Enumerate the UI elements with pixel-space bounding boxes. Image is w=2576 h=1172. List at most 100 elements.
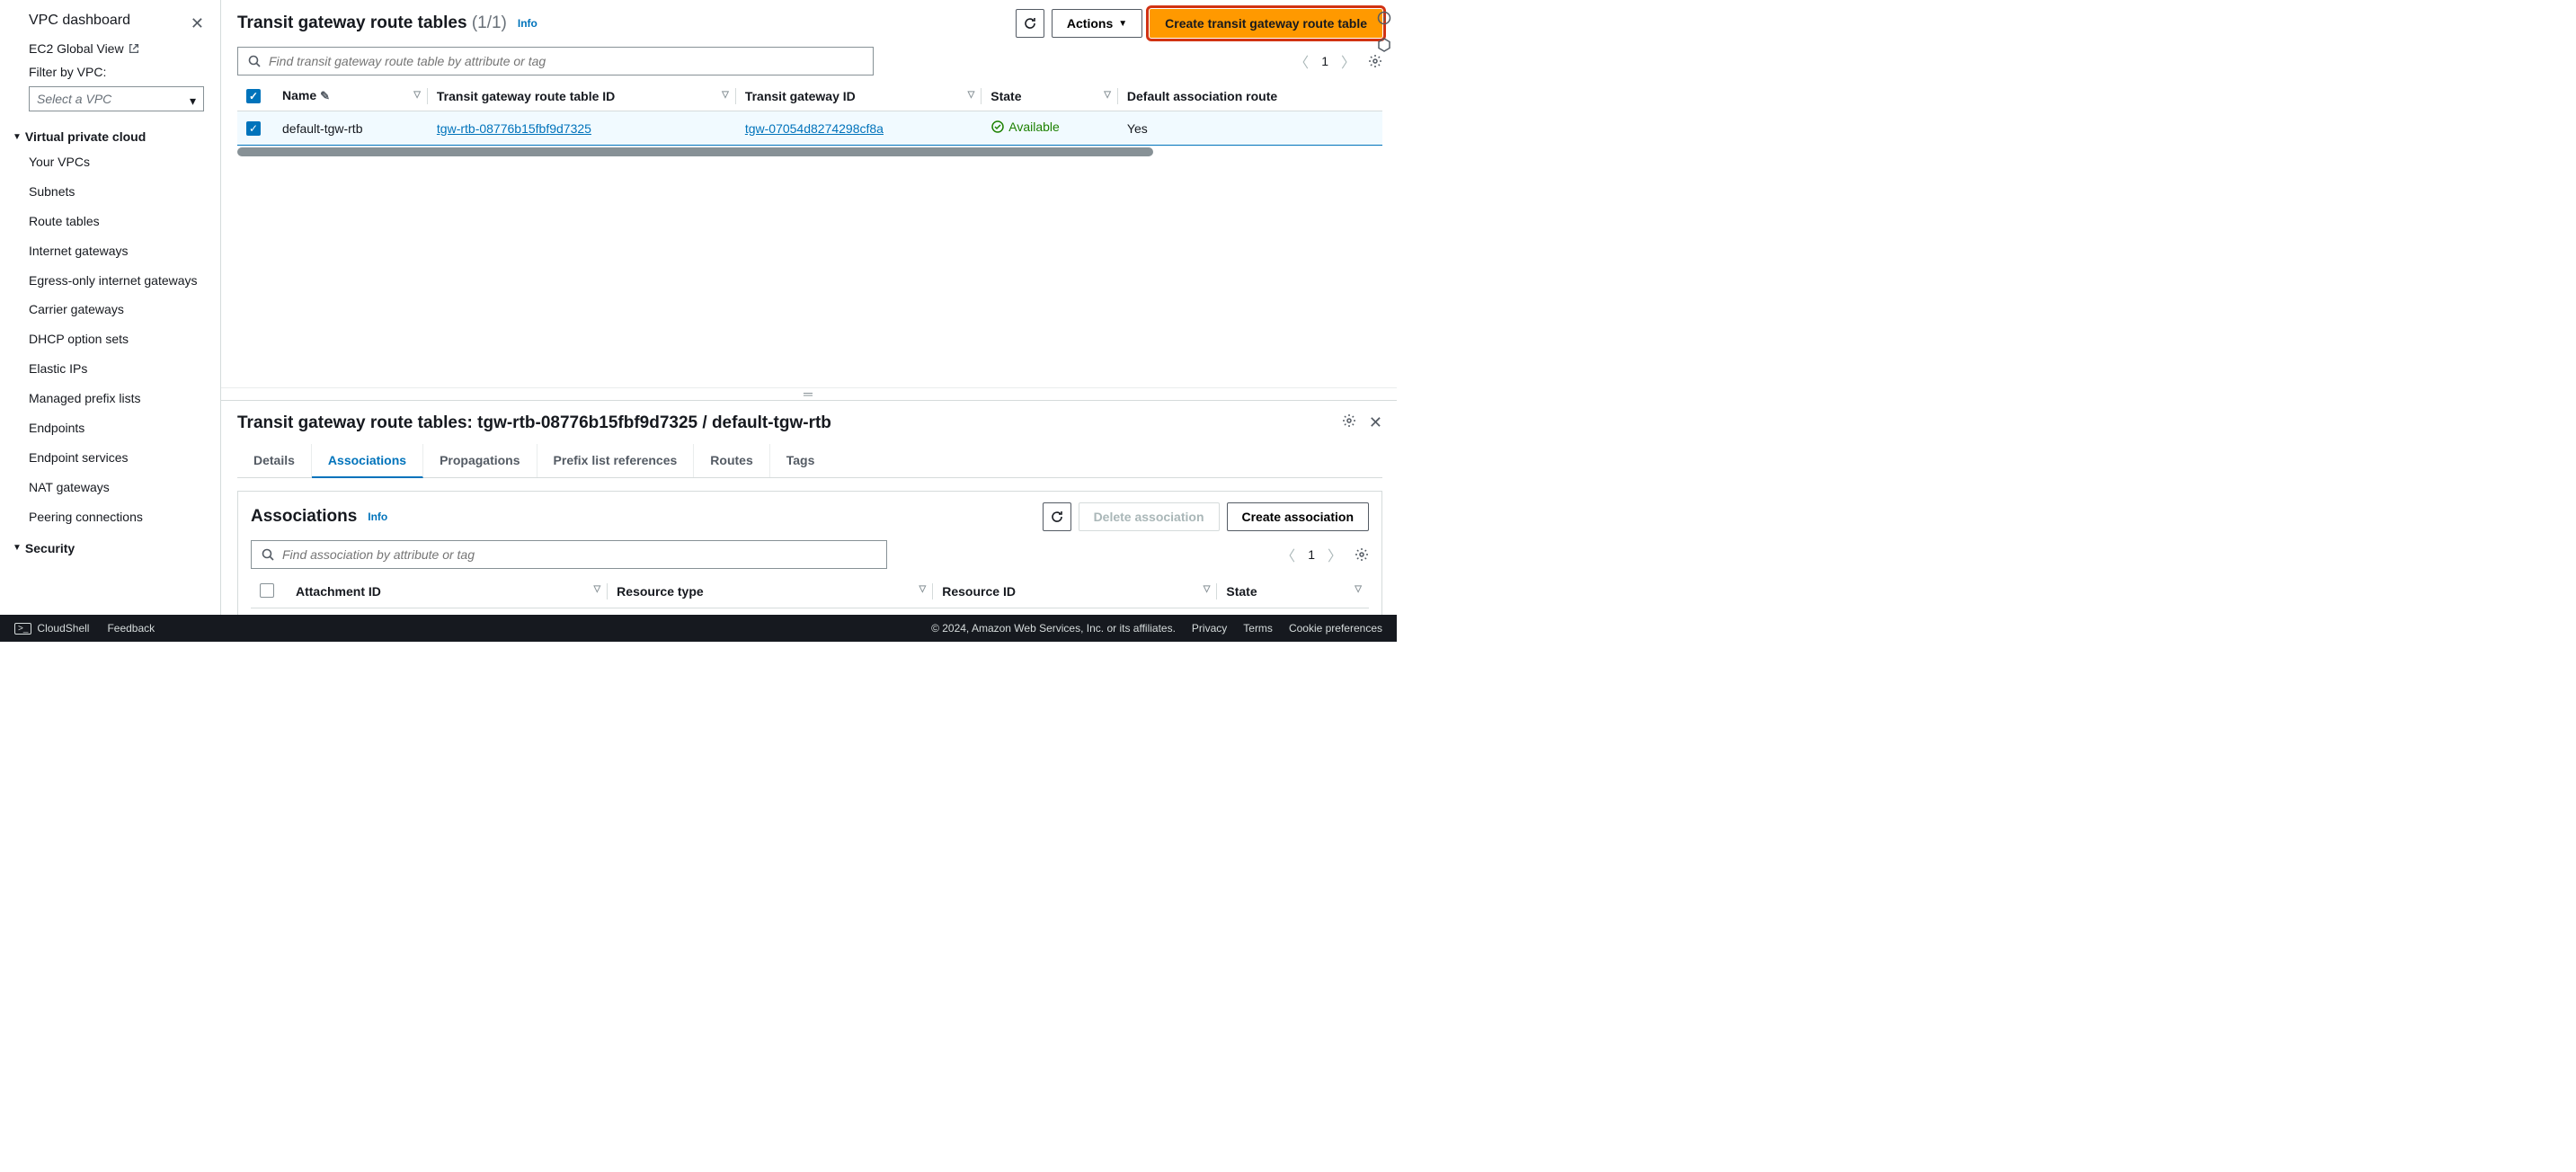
gear-icon	[1355, 547, 1369, 562]
gear-icon	[1368, 54, 1382, 68]
col-rtb-id[interactable]: Transit gateway route table ID▽	[428, 81, 736, 111]
external-link-icon	[128, 42, 140, 55]
cell-name: default-tgw-rtb	[273, 111, 428, 146]
caret-down-icon: ▼	[1118, 19, 1127, 29]
assoc-page-number: 1	[1308, 547, 1315, 562]
help-button[interactable]	[1377, 11, 1391, 25]
assoc-page-prev[interactable]: 〈	[1281, 544, 1295, 565]
main-area: Transit gateway route tables (1/1) Info …	[221, 0, 1397, 642]
tab-routes[interactable]: Routes	[694, 444, 769, 477]
horizontal-scrollbar[interactable]	[237, 147, 1153, 156]
cloudshell-button[interactable]: >_ CloudShell	[14, 622, 89, 635]
search-icon	[261, 547, 275, 562]
sidebar-item-peering-connections[interactable]: Peering connections	[0, 502, 220, 532]
sidebar-item-endpoints[interactable]: Endpoints	[0, 413, 220, 443]
rtb-id-link[interactable]: tgw-rtb-08776b15fbf9d7325	[437, 121, 591, 136]
vpc-filter-select[interactable]: Select a VPC ▾	[29, 86, 204, 111]
tab-details[interactable]: Details	[237, 444, 312, 477]
tab-prefix-list-references[interactable]: Prefix list references	[537, 444, 695, 477]
sidebar-item-route-tables[interactable]: Route tables	[0, 207, 220, 236]
cell-default-assoc: Yes	[1118, 111, 1382, 146]
filter-by-vpc-label: Filter by VPC:	[0, 59, 220, 83]
assoc-search-input[interactable]	[251, 540, 887, 569]
panel-splitter[interactable]: ═	[221, 387, 1397, 400]
assoc-page-next[interactable]: 〉	[1328, 544, 1342, 565]
status-badge: Available	[990, 120, 1060, 134]
terminal-icon: >_	[14, 623, 31, 635]
cookie-preferences-link[interactable]: Cookie preferences	[1289, 622, 1382, 635]
detail-settings-button[interactable]	[1342, 413, 1356, 432]
tab-propagations[interactable]: Propagations	[423, 444, 537, 477]
sidebar-item-managed-prefix-lists[interactable]: Managed prefix lists	[0, 384, 220, 413]
check-circle-icon	[990, 120, 1005, 134]
refresh-icon	[1023, 16, 1037, 31]
sidebar-item-subnets[interactable]: Subnets	[0, 177, 220, 207]
col-state[interactable]: State▽	[982, 81, 1118, 111]
page-prev-button[interactable]: 〈	[1294, 50, 1309, 72]
page-title: Transit gateway route tables (1/1)	[237, 13, 507, 33]
privacy-link[interactable]: Privacy	[1192, 622, 1227, 635]
assoc-info-link[interactable]: Info	[368, 511, 387, 523]
sidebar-item-endpoint-services[interactable]: Endpoint services	[0, 443, 220, 473]
vpc-dashboard-link[interactable]: VPC dashboard	[29, 13, 130, 28]
search-field[interactable]	[269, 54, 864, 68]
associations-title: Associations	[251, 507, 357, 527]
route-tables-table: ✓ Name✎▽ Transit gateway route table ID▽…	[237, 81, 1382, 146]
detail-close-button[interactable]: ✕	[1369, 413, 1382, 432]
assoc-col-state[interactable]: State▽	[1217, 576, 1369, 608]
ec2-global-view-link[interactable]: EC2 Global View	[0, 38, 220, 59]
assoc-col-resource-type[interactable]: Resource type▽	[608, 576, 933, 608]
assoc-col-attachment-id[interactable]: Attachment ID▽	[287, 576, 608, 608]
footer: >_ CloudShell Feedback © 2024, Amazon We…	[0, 615, 1397, 642]
search-input[interactable]	[237, 47, 874, 75]
copyright-text: © 2024, Amazon Web Services, Inc. or its…	[931, 622, 1176, 635]
sidebar-item-carrier-gateways[interactable]: Carrier gateways	[0, 295, 220, 324]
settings-button[interactable]	[1368, 54, 1382, 68]
security-hub-button[interactable]	[1377, 38, 1391, 52]
triangle-down-icon: ▼	[13, 132, 22, 142]
info-link[interactable]: Info	[518, 17, 537, 30]
detail-title: Transit gateway route tables: tgw-rtb-08…	[237, 413, 831, 433]
actions-button[interactable]: Actions ▼	[1052, 9, 1142, 38]
col-default-assoc[interactable]: Default association route	[1118, 81, 1382, 111]
info-circle-icon	[1377, 11, 1391, 25]
page-number: 1	[1321, 54, 1328, 68]
col-tgw-id[interactable]: Transit gateway ID▽	[736, 81, 982, 111]
search-icon	[247, 54, 262, 68]
triangle-down-icon: ▼	[13, 543, 22, 553]
sidebar-item-your-vpcs[interactable]: Your VPCs	[0, 147, 220, 177]
refresh-button[interactable]	[1016, 9, 1044, 38]
assoc-col-resource-id[interactable]: Resource ID▽	[933, 576, 1217, 608]
create-association-button[interactable]: Create association	[1227, 502, 1370, 531]
caret-down-icon: ▾	[190, 93, 196, 109]
assoc-search-field[interactable]	[282, 547, 877, 562]
sidebar-section-vpc[interactable]: ▼ Virtual private cloud	[0, 120, 220, 147]
feedback-link[interactable]: Feedback	[107, 622, 155, 635]
tab-associations[interactable]: Associations	[312, 444, 423, 478]
sidebar-item-nat-gateways[interactable]: NAT gateways	[0, 473, 220, 502]
associations-table: Attachment ID▽ Resource type▽ Resource I…	[251, 576, 1369, 608]
col-name[interactable]: Name✎▽	[273, 81, 428, 111]
page-next-button[interactable]: 〉	[1341, 50, 1355, 72]
sidebar-section-security[interactable]: ▼ Security	[0, 532, 220, 559]
close-sidebar-icon[interactable]: ✕	[191, 14, 204, 33]
tab-tags[interactable]: Tags	[770, 444, 831, 477]
row-checkbox[interactable]: ✓	[246, 121, 261, 136]
sidebar: VPC dashboard ✕ EC2 Global View Filter b…	[0, 0, 221, 642]
delete-association-button: Delete association	[1079, 502, 1220, 531]
terms-link[interactable]: Terms	[1243, 622, 1273, 635]
pencil-icon: ✎	[320, 89, 330, 102]
assoc-settings-button[interactable]	[1355, 547, 1369, 562]
sidebar-item-internet-gateways[interactable]: Internet gateways	[0, 236, 220, 266]
sidebar-item-dhcp-option-sets[interactable]: DHCP option sets	[0, 324, 220, 354]
create-tgw-route-table-button[interactable]: Create transit gateway route table	[1150, 9, 1382, 38]
assoc-refresh-button[interactable]	[1043, 502, 1071, 531]
tgw-id-link[interactable]: tgw-07054d8274298cf8a	[745, 121, 884, 136]
table-row[interactable]: ✓ default-tgw-rtb tgw-rtb-08776b15fbf9d7…	[237, 111, 1382, 146]
detail-panel: Transit gateway route tables: tgw-rtb-08…	[221, 400, 1397, 643]
assoc-select-all[interactable]	[260, 583, 274, 598]
sidebar-item-egress-only-igw[interactable]: Egress-only internet gateways	[0, 266, 220, 296]
sidebar-item-elastic-ips[interactable]: Elastic IPs	[0, 354, 220, 384]
select-all-checkbox[interactable]: ✓	[246, 89, 261, 103]
hexagon-icon	[1377, 38, 1391, 52]
